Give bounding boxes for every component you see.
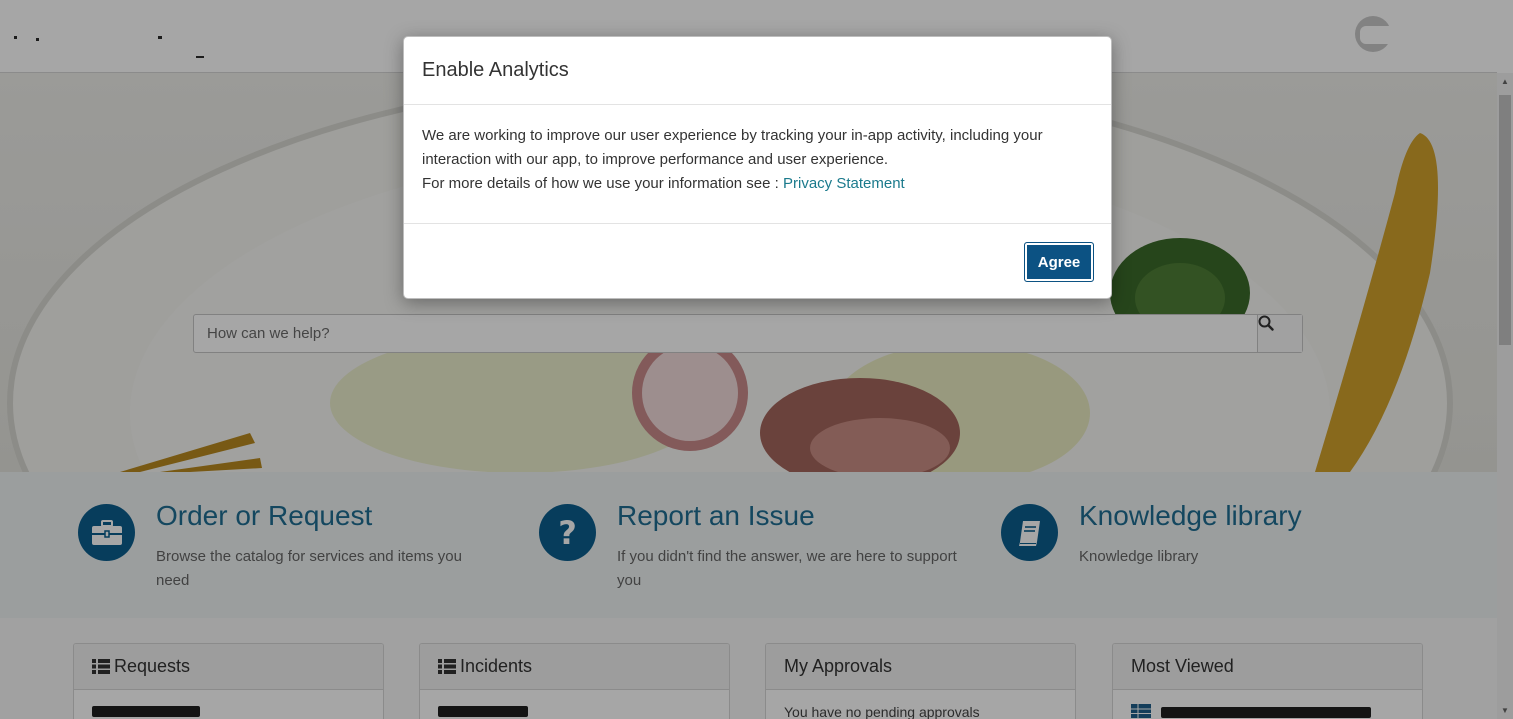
- privacy-statement-link[interactable]: Privacy Statement: [783, 175, 905, 192]
- analytics-consent-dialog: Enable Analytics We are working to impro…: [403, 36, 1112, 299]
- agree-button[interactable]: Agree: [1024, 242, 1094, 282]
- dialog-footer: Agree: [404, 224, 1111, 298]
- dialog-details-prefix: For more details of how we use your info…: [422, 175, 783, 192]
- dialog-body: We are working to improve our user exper…: [404, 105, 1111, 224]
- dialog-title: Enable Analytics: [404, 37, 1111, 105]
- dialog-message: We are working to improve our user exper…: [422, 127, 1043, 168]
- page: Order or Request Browse the catalog for …: [0, 0, 1513, 719]
